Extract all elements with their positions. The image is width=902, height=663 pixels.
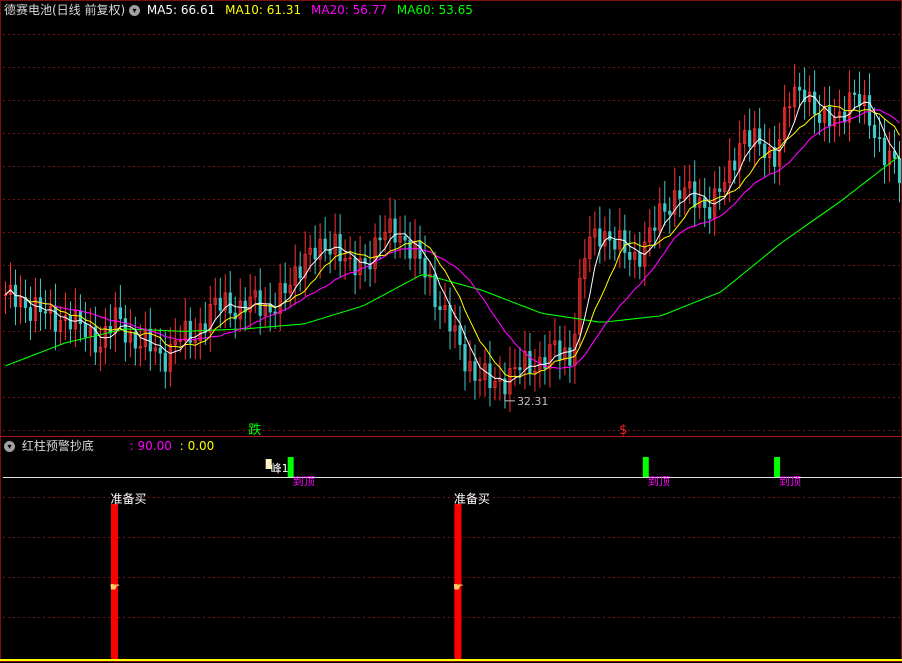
buy-signal-label: 准备买 (110, 492, 146, 506)
buy-signal-label: 准备买 (454, 492, 490, 506)
low-price-label: 32.31 (517, 395, 549, 408)
candle-body (403, 235, 407, 241)
indicator-title: 红柱预警抄底 (21, 439, 94, 453)
ma5-line (5, 95, 900, 383)
indicator-value-2: : 0.00 (179, 439, 215, 453)
stock-title: 德赛电池(日线 前复权) (4, 3, 126, 17)
candle-body (458, 325, 462, 345)
candle-body (298, 266, 302, 279)
candle-body (43, 311, 48, 314)
candle-body (68, 315, 73, 330)
top-signal-label: 到顶 (293, 475, 315, 488)
candle-body (678, 190, 682, 199)
candle-body (313, 247, 317, 260)
candle-body (463, 344, 467, 372)
candle-body (613, 239, 617, 250)
candle-body (693, 181, 697, 208)
candle-body (378, 237, 382, 241)
circle-chevron-down-icon[interactable]: ▾ (129, 5, 141, 16)
pointing-hand-icon: ☛ (109, 580, 120, 594)
candle-body (812, 91, 817, 115)
top-signal-label: 到顶 (779, 475, 801, 488)
candle-body (758, 128, 762, 145)
ma60-line (5, 155, 900, 367)
candle-body (53, 305, 58, 332)
candle-body (628, 252, 632, 260)
candle-body (663, 203, 667, 212)
ma5-label: MA5: 66.61 (146, 3, 216, 17)
candle-body (748, 130, 752, 147)
candle-body (608, 231, 612, 241)
candle-body (28, 307, 33, 321)
signal-marker: 跌 (248, 422, 261, 438)
indicator-header: ▾ 红柱预警抄底 : 90.00 : 0.00 (4, 438, 214, 454)
candle-body (473, 361, 477, 381)
kline-chart[interactable]: 32.31跌 $到顶峰1到顶 到顶准备买☛准备买☛ (0, 0, 902, 663)
candle-body (638, 252, 642, 267)
ma60-label: MA60: 53.65 (396, 3, 473, 17)
candle-body (123, 318, 127, 343)
peak-label: 峰1 (271, 462, 289, 475)
candle-body (568, 347, 572, 366)
chart-header: 德赛电池(日线 前复权) ▾ MA5: 66.61 MA10: 61.31 MA… (4, 2, 473, 18)
candle-body (827, 106, 832, 127)
candle-body (438, 306, 442, 310)
candle-body (718, 188, 722, 192)
pointing-hand-icon: ☛ (453, 580, 464, 594)
ma20-label: MA20: 56.77 (310, 3, 388, 17)
candle-body (393, 218, 397, 243)
candle-body (118, 307, 122, 319)
candle-body (877, 137, 882, 140)
candle-body (83, 323, 88, 338)
candle-body (218, 297, 222, 311)
ma10-label: MA10: 61.31 (225, 3, 302, 17)
candle-body (668, 210, 672, 215)
candle-body (133, 331, 137, 349)
candle-body (653, 227, 657, 231)
circle-chevron-down-icon[interactable]: ▾ (4, 441, 15, 452)
candle-body (518, 367, 522, 371)
candle-body (228, 292, 232, 314)
candle-body (158, 347, 162, 354)
candle-body (448, 305, 452, 332)
candle-body (283, 283, 287, 294)
candle-body (857, 94, 862, 107)
candle-body (433, 274, 437, 308)
candle-body (163, 352, 167, 372)
candle-body (872, 124, 877, 139)
top-signal-label: 到顶 (648, 475, 670, 488)
candle-body (897, 157, 902, 184)
candle-body (708, 207, 712, 219)
candle-body (703, 197, 707, 208)
chart-stage: 32.31 跌 $ 到顶 峰1 到顶 到顶 准备买 ☛ 准备买 ☛ 德赛电池(日线 前复权) ▾ M… (0, 0, 902, 663)
candle-body (38, 297, 43, 313)
candle-body (558, 340, 562, 361)
candle-body (598, 228, 602, 247)
candle-body (817, 113, 822, 123)
top-signal-bar (642, 457, 649, 477)
candle-body (323, 238, 327, 250)
indicator-value-1: : 90.00 (129, 439, 172, 453)
top-signal-bar (774, 457, 781, 477)
candle-body (798, 86, 802, 91)
candle-body (882, 137, 887, 166)
candle-body (852, 92, 857, 95)
candle-body (528, 351, 532, 374)
candle-body (733, 160, 737, 171)
candle-body (148, 328, 152, 352)
signal-marker: $ (619, 423, 627, 438)
